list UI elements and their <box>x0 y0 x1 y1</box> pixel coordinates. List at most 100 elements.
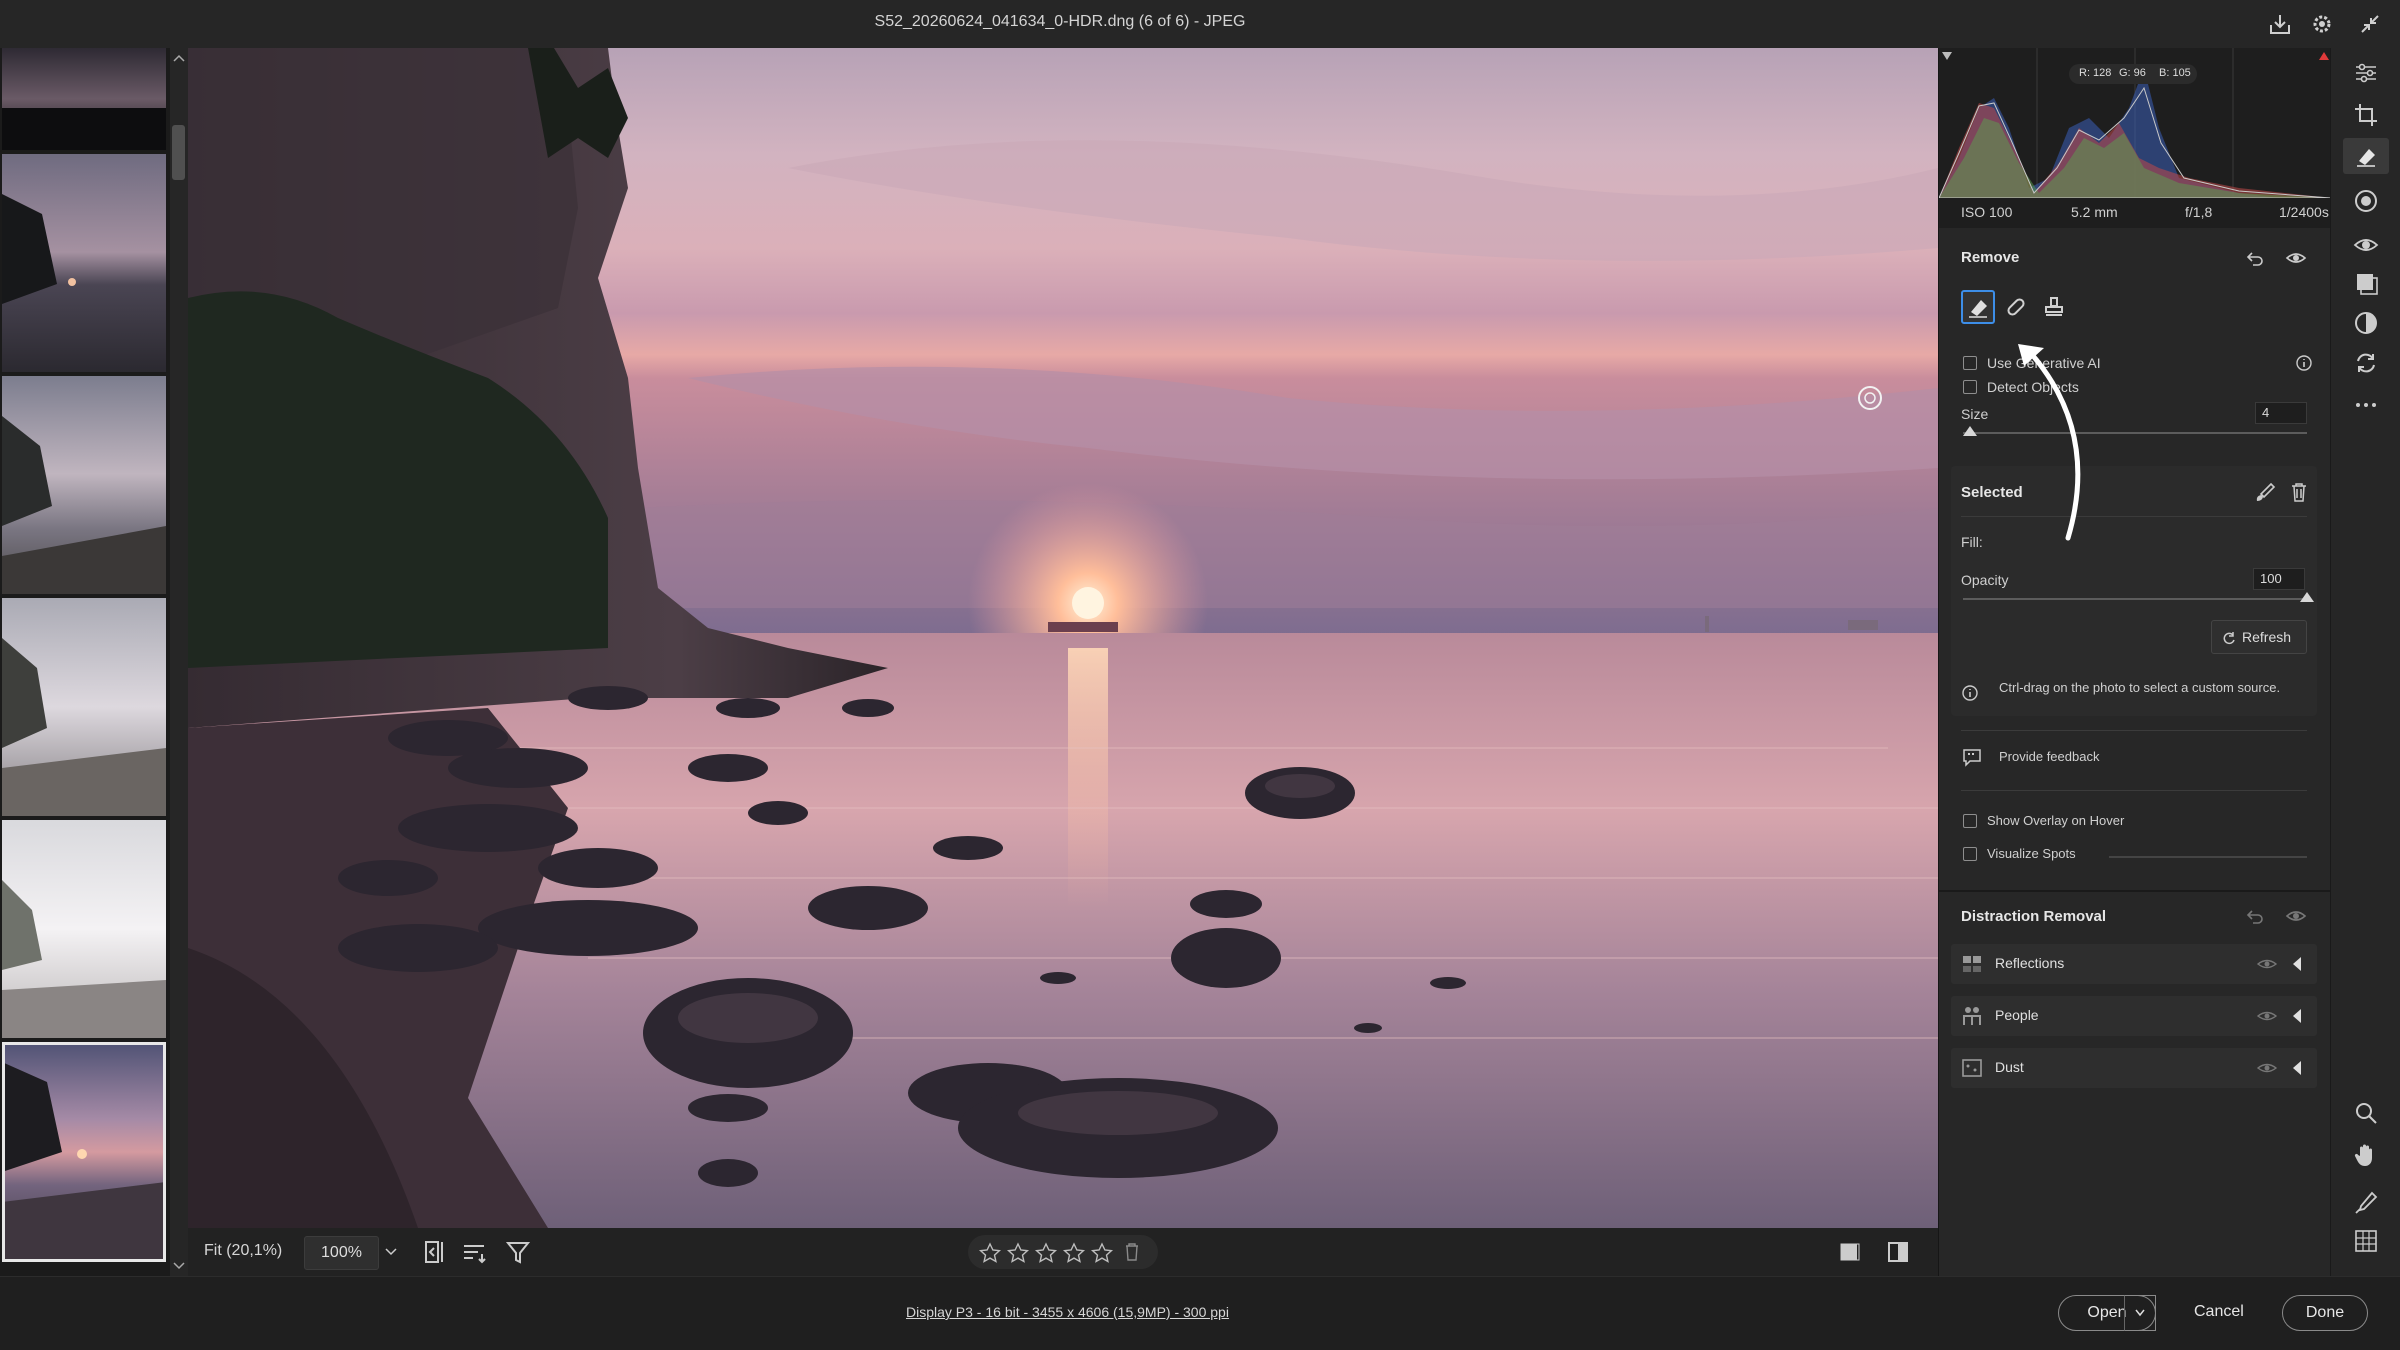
aperture-value: f/1,8 <box>2185 204 2213 220</box>
generative-ai-checkbox[interactable] <box>1963 356 1977 370</box>
remove-tool-active[interactable] <box>2343 138 2389 174</box>
visibility-eye-icon[interactable] <box>2285 906 2307 926</box>
brush-icon[interactable] <box>2253 480 2277 504</box>
show-overlay-label: Show Overlay on Hover <box>1987 813 2125 828</box>
feedback-link[interactable]: Provide feedback <box>1999 749 2099 764</box>
view-toolbar: Fit (20,1%) 100% <box>188 1228 1938 1276</box>
grid-overlay-icon[interactable] <box>2353 1228 2379 1254</box>
crop-icon[interactable] <box>2353 102 2379 128</box>
distraction-item-people[interactable]: People <box>1951 996 2317 1036</box>
info-icon[interactable] <box>2295 354 2313 372</box>
filmstrip-scrollbar[interactable] <box>170 48 188 1276</box>
size-slider-knob[interactable] <box>1962 426 1977 436</box>
before-after-icon[interactable] <box>1886 1240 1910 1264</box>
filmstrip-thumb-5[interactable] <box>2 820 166 1038</box>
footer: Display P3 - 16 bit - 3455 x 4606 (15,9M… <box>0 1276 2400 1350</box>
title-bar: S52_20260624_041634_0-HDR.dng (6 of 6) -… <box>0 0 2400 48</box>
visibility-eye-icon <box>2257 1011 2277 1021</box>
chevron-down-icon[interactable] <box>384 1246 398 1258</box>
red-value: R: 128 <box>2079 67 2112 79</box>
divider <box>1961 790 2307 791</box>
refresh-button[interactable]: Refresh <box>2211 620 2307 654</box>
fill-label: Fill: <box>1961 534 1983 550</box>
sort-icon[interactable] <box>460 1238 488 1266</box>
visibility-eye-icon[interactable] <box>2285 248 2307 268</box>
distraction-item-label: Reflections <box>1995 955 2065 971</box>
brush-cursor-icon <box>1856 384 1884 412</box>
focal-length-value: 5.2 mm <box>2071 204 2118 220</box>
color-sampler-icon[interactable] <box>2353 1190 2379 1216</box>
star-rating[interactable] <box>968 1235 1158 1269</box>
filmstrip-thumb-4[interactable] <box>2 598 166 816</box>
filter-icon[interactable] <box>504 1238 532 1266</box>
feedback-icon[interactable] <box>1961 746 1983 768</box>
reset-icon[interactable] <box>2245 906 2265 926</box>
clone-tool-button[interactable] <box>2037 290 2071 324</box>
zoom-level-select[interactable]: 100% <box>304 1236 379 1270</box>
filmstrip <box>0 48 188 1276</box>
visualize-spots-slider[interactable] <box>2109 856 2307 858</box>
remove-title: Remove <box>1961 249 2020 266</box>
opacity-input[interactable]: 100 <box>2253 568 2305 590</box>
more-options-icon[interactable] <box>2353 392 2379 418</box>
show-overlay-checkbox[interactable] <box>1963 814 1977 828</box>
annotation-arrow-icon <box>2010 340 2100 550</box>
star-5-icon <box>1090 1242 1114 1263</box>
filmstrip-scroll-handle[interactable] <box>172 125 185 180</box>
filmstrip-thumb-3[interactable] <box>2 376 166 594</box>
opacity-slider-track[interactable] <box>1963 598 2307 600</box>
iso-value: ISO 100 <box>1961 204 2013 220</box>
color-grading-icon[interactable] <box>2353 310 2379 336</box>
chevron-left-icon <box>2293 1009 2301 1023</box>
size-input[interactable]: 4 <box>2255 402 2307 424</box>
zoom-icon[interactable] <box>2353 1100 2379 1126</box>
zoom-fit-label[interactable]: Fit (20,1%) <box>204 1242 282 1260</box>
done-button[interactable]: Done <box>2282 1295 2368 1331</box>
opacity-label: Opacity <box>1961 572 2009 588</box>
photo-canvas[interactable] <box>188 48 1938 1228</box>
star-2-icon <box>1006 1242 1030 1263</box>
filmstrip-thumb-1[interactable] <box>2 48 166 150</box>
gear-icon[interactable] <box>2308 10 2336 38</box>
star-3-icon <box>1034 1242 1058 1263</box>
scroll-down-icon[interactable] <box>172 1260 186 1272</box>
filmstrip-toggle-icon[interactable] <box>420 1238 448 1266</box>
heal-tool-button[interactable] <box>1999 290 2033 324</box>
filmstrip-thumb-6-selected[interactable] <box>2 1042 166 1262</box>
red-eye-icon[interactable] <box>2353 232 2379 258</box>
reset-icon[interactable] <box>2245 248 2265 268</box>
tool-strip <box>2330 48 2400 1276</box>
refresh-label: Refresh <box>2242 629 2292 645</box>
trash-icon <box>1126 1243 1138 1261</box>
filmstrip-thumb-2[interactable] <box>2 154 166 372</box>
save-download-icon[interactable] <box>2266 10 2294 38</box>
workflow-options-link[interactable]: Display P3 - 16 bit - 3455 x 4606 (15,9M… <box>906 1304 1229 1320</box>
eraser-icon <box>1969 300 1987 318</box>
hand-icon[interactable] <box>2353 1142 2379 1168</box>
distraction-item-dust[interactable]: Dust <box>1951 1048 2317 1088</box>
visibility-eye-icon <box>2257 1063 2277 1073</box>
detect-objects-checkbox[interactable] <box>1963 380 1977 394</box>
chevron-left-icon <box>2293 1061 2301 1075</box>
dust-icon <box>1962 1059 1982 1077</box>
bandage-icon <box>2007 298 2025 316</box>
exif-row: ISO 100 5.2 mm f/1,8 1/2400s <box>1939 198 2331 228</box>
masking-icon[interactable] <box>2353 188 2379 214</box>
people-icon <box>1963 1007 1981 1025</box>
cancel-button[interactable]: Cancel <box>2194 1303 2244 1321</box>
single-view-icon[interactable] <box>1838 1240 1862 1264</box>
scroll-up-icon[interactable] <box>172 52 186 64</box>
edit-sliders-icon[interactable] <box>2353 60 2379 86</box>
remove-tool-button[interactable] <box>1961 290 1995 324</box>
rgb-readout: R: 128 G: 96 B: 105 <box>2069 64 2197 84</box>
presets-icon[interactable] <box>2353 270 2379 296</box>
size-label: Size <box>1961 406 1989 422</box>
sync-icon[interactable] <box>2353 350 2379 376</box>
star-4-icon <box>1062 1242 1086 1263</box>
distraction-item-reflections[interactable]: Reflections <box>1951 944 2317 984</box>
visualize-spots-checkbox[interactable] <box>1963 847 1977 861</box>
collapse-icon[interactable] <box>2356 10 2384 38</box>
opacity-slider-knob[interactable] <box>2300 592 2314 602</box>
delete-icon[interactable] <box>2287 480 2311 504</box>
eraser-icon <box>2357 149 2375 167</box>
